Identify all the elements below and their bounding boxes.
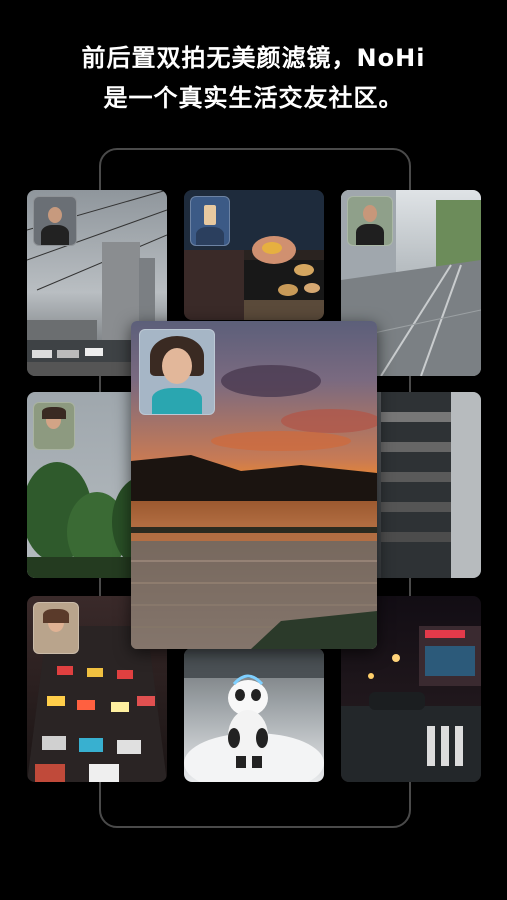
selfie-shoulders xyxy=(356,224,384,245)
drink-cup xyxy=(204,205,216,225)
selfie-pip-drink xyxy=(190,196,230,246)
selfie-face xyxy=(162,348,192,384)
selfie-pip-woman-headscarf xyxy=(33,602,79,654)
selfie-hair xyxy=(42,407,66,419)
photo-tile-bbq[interactable] xyxy=(184,190,324,320)
selfie-shoulders xyxy=(41,225,69,245)
selfie-shoulders xyxy=(152,388,202,414)
headline-line-2: 是一个真实生活交友社区。 xyxy=(103,84,404,112)
photo-tile-panda-mascot[interactable] xyxy=(184,648,324,782)
selfie-pip-woman-smile xyxy=(139,329,215,415)
selfie-hair xyxy=(43,609,69,623)
selfie-face xyxy=(363,205,377,222)
selfie-pip-man xyxy=(347,196,393,246)
selfie-pip-man-cap xyxy=(33,196,77,246)
selfie-shoulders xyxy=(196,227,224,245)
selfie-face xyxy=(48,207,62,223)
panda-mascot-photo xyxy=(184,648,324,782)
promo-headline: 前后置双拍无美颜滤镜，NoHi 是一个真实生活交友社区。 xyxy=(0,38,507,118)
selfie-pip-woman xyxy=(33,402,75,450)
photo-tile-featured-sunset[interactable] xyxy=(131,321,377,649)
headline-line-1: 前后置双拍无美颜滤镜，NoHi xyxy=(81,44,426,72)
